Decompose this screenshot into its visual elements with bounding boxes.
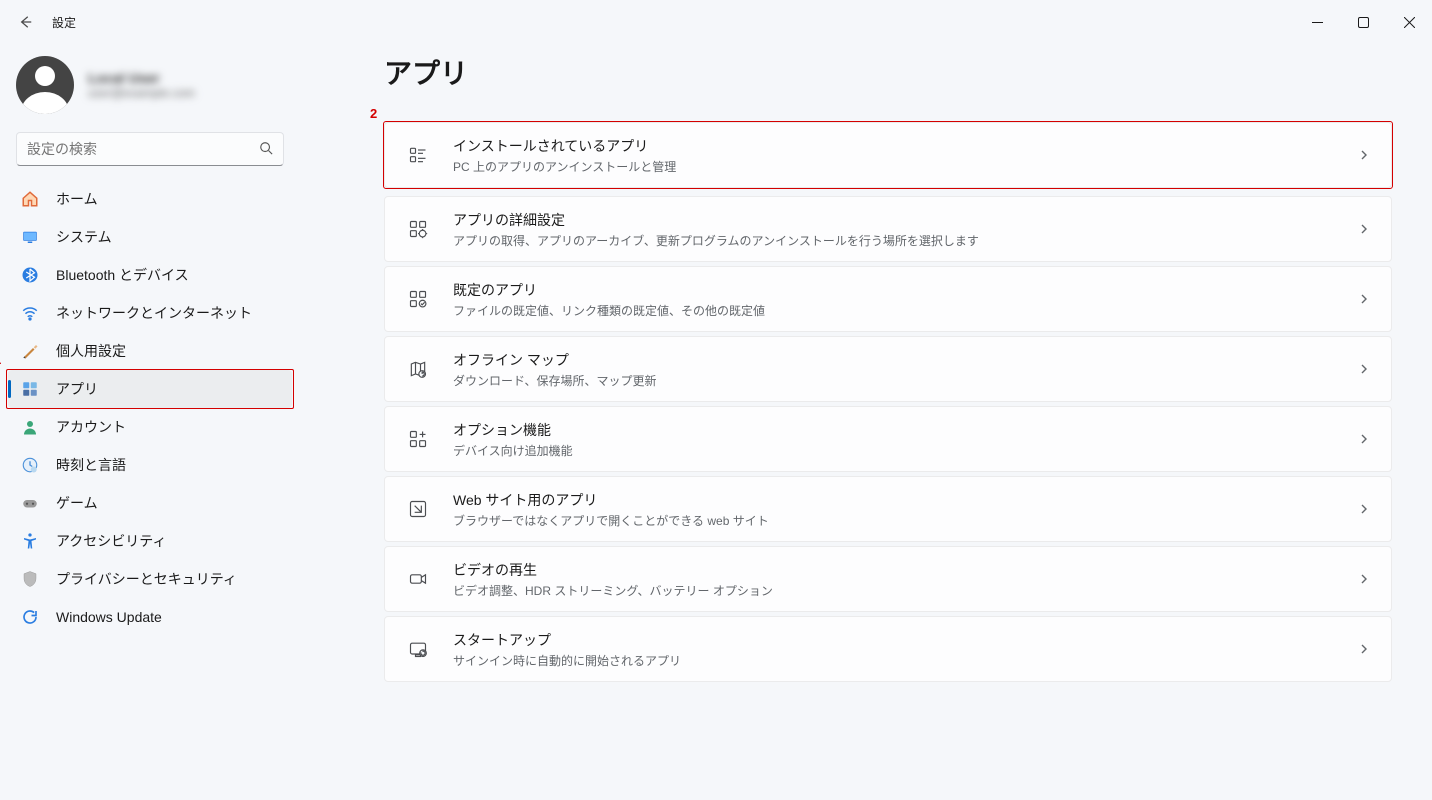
card-subtitle: ファイルの既定値、リンク種類の既定値、その他の既定値: [453, 302, 1359, 319]
default-icon: [407, 288, 429, 310]
sidebar-item-apps[interactable]: アプリ: [8, 370, 292, 408]
sidebar-item-time[interactable]: 時刻と言語: [8, 446, 292, 484]
back-button[interactable]: [18, 14, 34, 30]
optional-icon: [407, 428, 429, 450]
card-subtitle: ブラウザーではなくアプリで開くことができる web サイト: [453, 512, 1359, 529]
video-icon: [407, 568, 429, 590]
sidebar-item-home[interactable]: ホーム: [8, 180, 292, 218]
card-title: Web サイト用のアプリ: [453, 490, 1359, 510]
card-subtitle: ビデオ調整、HDR ストリーミング、バッテリー オプション: [453, 582, 1359, 599]
websites-icon: [407, 498, 429, 520]
system-icon: [20, 227, 40, 247]
search-icon: [259, 141, 273, 158]
sidebar-item-personalize[interactable]: 個人用設定: [8, 332, 292, 370]
card-maps[interactable]: オフライン マップ ダウンロード、保存場所、マップ更新: [384, 336, 1392, 402]
privacy-icon: [20, 569, 40, 589]
titlebar: 設定: [0, 0, 1432, 44]
annotation-label-2: 2: [370, 106, 377, 121]
sidebar-item-label: 時刻と言語: [56, 455, 126, 475]
sidebar-item-privacy[interactable]: プライバシーとセキュリティ: [8, 560, 292, 598]
avatar: [16, 56, 74, 114]
card-video[interactable]: ビデオの再生 ビデオ調整、HDR ストリーミング、バッテリー オプション: [384, 546, 1392, 612]
maps-icon: [407, 358, 429, 380]
sidebar-item-account[interactable]: アカウント: [8, 408, 292, 446]
profile-subtitle: user@example.com: [88, 86, 195, 100]
main-content: アプリ 2 インストールされているアプリ PC 上のアプリのアンインストールと管…: [300, 44, 1432, 800]
card-title: アプリの詳細設定: [453, 210, 1359, 230]
sidebar-item-label: アプリ: [56, 379, 98, 399]
close-button[interactable]: [1386, 0, 1432, 44]
sidebar-item-gaming[interactable]: ゲーム: [8, 484, 292, 522]
sidebar-item-label: アカウント: [56, 417, 126, 437]
gaming-icon: [20, 493, 40, 513]
card-subtitle: アプリの取得、アプリのアーカイブ、更新プログラムのアンインストールを行う場所を選…: [453, 232, 1359, 249]
sidebar-item-system[interactable]: システム: [8, 218, 292, 256]
card-title: インストールされているアプリ: [453, 136, 1359, 156]
chevron-right-icon: [1359, 432, 1369, 447]
account-icon: [20, 417, 40, 437]
chevron-right-icon: [1359, 362, 1369, 377]
card-title: オフライン マップ: [453, 350, 1359, 370]
sidebar-item-label: ネットワークとインターネット: [56, 303, 252, 323]
update-icon: [20, 607, 40, 627]
sidebar-item-bluetooth[interactable]: Bluetooth とデバイス: [8, 256, 292, 294]
card-subtitle: PC 上のアプリのアンインストールと管理: [453, 158, 1359, 175]
search-input[interactable]: [27, 141, 259, 157]
card-subtitle: デバイス向け追加機能: [453, 442, 1359, 459]
maximize-button[interactable]: [1340, 0, 1386, 44]
card-subtitle: サインイン時に自動的に開始されるアプリ: [453, 652, 1359, 669]
card-optional[interactable]: オプション機能 デバイス向け追加機能: [384, 406, 1392, 472]
sidebar-item-accessibility[interactable]: アクセシビリティ: [8, 522, 292, 560]
chevron-right-icon: [1359, 292, 1369, 307]
sidebar-item-label: Windows Update: [56, 609, 162, 625]
network-icon: [20, 303, 40, 323]
sidebar-item-label: ホーム: [56, 189, 98, 209]
accessibility-icon: [20, 531, 40, 551]
sidebar-item-label: システム: [56, 227, 112, 247]
profile-name: Local User: [88, 70, 195, 86]
time-icon: [20, 455, 40, 475]
sidebar-item-label: プライバシーとセキュリティ: [56, 569, 237, 589]
minimize-button[interactable]: [1294, 0, 1340, 44]
card-title: オプション機能: [453, 420, 1359, 440]
startup-icon: [407, 638, 429, 660]
sidebar-item-label: Bluetooth とデバイス: [56, 265, 189, 285]
apps-icon: [20, 379, 40, 399]
search-box[interactable]: [16, 132, 284, 166]
card-title: ビデオの再生: [453, 560, 1359, 580]
bluetooth-icon: [20, 265, 40, 285]
card-title: 既定のアプリ: [453, 280, 1359, 300]
chevron-right-icon: [1359, 572, 1369, 587]
advanced-icon: [407, 218, 429, 240]
window-title: 設定: [52, 14, 76, 31]
card-startup[interactable]: スタートアップ サインイン時に自動的に開始されるアプリ: [384, 616, 1392, 682]
sidebar-item-update[interactable]: Windows Update: [8, 598, 292, 636]
chevron-right-icon: [1359, 222, 1369, 237]
annotation-label-1: 1: [0, 352, 1, 367]
card-title: スタートアップ: [453, 630, 1359, 650]
card-subtitle: ダウンロード、保存場所、マップ更新: [453, 372, 1359, 389]
page-title: アプリ: [384, 52, 1392, 92]
window-controls: [1294, 0, 1432, 44]
card-default[interactable]: 既定のアプリ ファイルの既定値、リンク種類の既定値、その他の既定値: [384, 266, 1392, 332]
sidebar-item-network[interactable]: ネットワークとインターネット: [8, 294, 292, 332]
profile[interactable]: Local User user@example.com: [0, 52, 300, 132]
sidebar-item-label: 個人用設定: [56, 341, 126, 361]
personalize-icon: [20, 341, 40, 361]
chevron-right-icon: [1359, 642, 1369, 657]
installed-apps-icon: [407, 144, 429, 166]
home-icon: [20, 189, 40, 209]
sidebar-item-label: アクセシビリティ: [56, 531, 166, 551]
chevron-right-icon: [1359, 148, 1369, 163]
card-installed-apps[interactable]: インストールされているアプリ PC 上のアプリのアンインストールと管理: [384, 122, 1392, 188]
sidebar: Local User user@example.com ホーム システム Blu…: [0, 44, 300, 800]
card-websites[interactable]: Web サイト用のアプリ ブラウザーではなくアプリで開くことができる web サ…: [384, 476, 1392, 542]
sidebar-item-label: ゲーム: [56, 493, 98, 513]
card-advanced[interactable]: アプリの詳細設定 アプリの取得、アプリのアーカイブ、更新プログラムのアンインスト…: [384, 196, 1392, 262]
chevron-right-icon: [1359, 502, 1369, 517]
